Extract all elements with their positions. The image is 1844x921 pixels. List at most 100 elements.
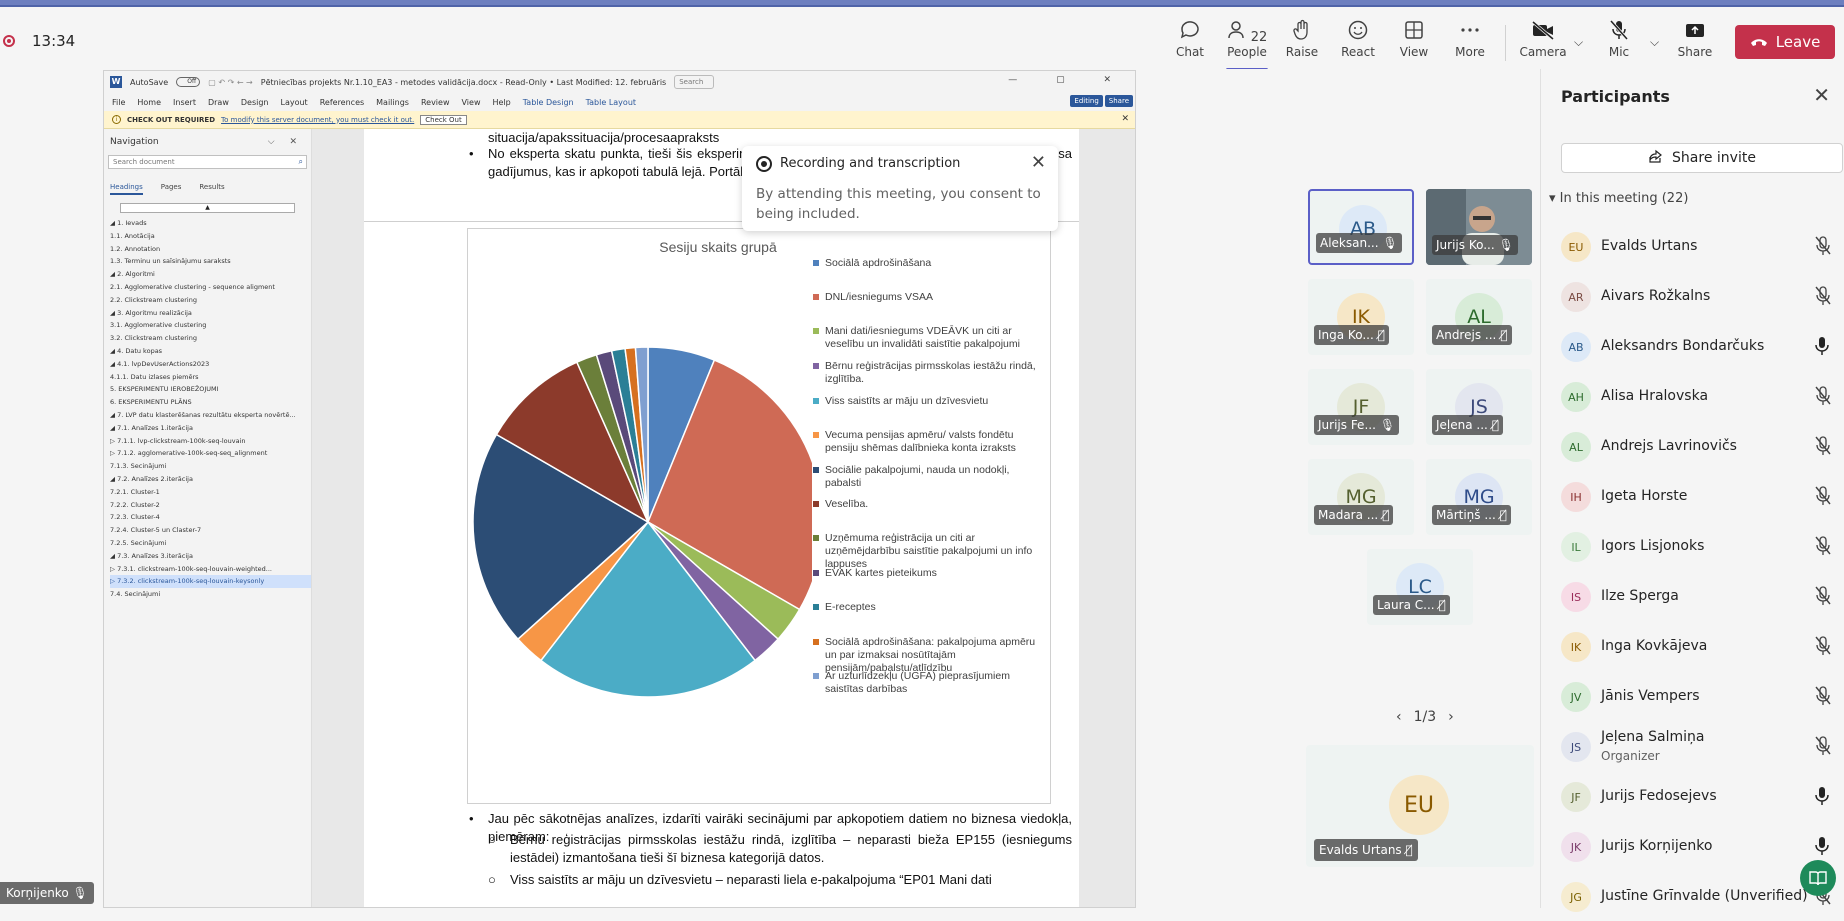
mic-off-icon[interactable] — [1815, 586, 1833, 608]
leave-button[interactable]: Leave — [1735, 25, 1835, 59]
mic-off-icon[interactable] — [1815, 236, 1833, 258]
participant-row[interactable]: AB Aleksandrs Bondarčuks — [1561, 323, 1844, 371]
close-icon[interactable]: ✕ — [1813, 83, 1830, 107]
ribbon-layout[interactable]: Layout — [281, 98, 308, 107]
close-icon[interactable]: ✕ — [1031, 152, 1046, 173]
nav-heading-item[interactable]: ▷ 7.3.1. clickstream-100k-seq-louvain-we… — [110, 563, 311, 576]
nav-heading-item[interactable]: 7.2.1. Cluster-1 — [110, 486, 311, 499]
nav-heading-item[interactable]: 6. EKSPERIMENTU PLĀNS — [110, 396, 311, 409]
nav-tab-pages[interactable]: Pages — [161, 183, 182, 195]
nav-scroll-up-icon[interactable]: ▲ — [120, 203, 295, 213]
participant-row[interactable]: JS Jeļena Salmiņa Organizer — [1561, 723, 1844, 771]
camera-button[interactable]: Camera — [1513, 19, 1573, 67]
nav-heading-item[interactable]: 7.4. Secinājumi — [110, 588, 311, 601]
word-search-box[interactable]: Search — [674, 75, 715, 89]
participant-row[interactable]: AH Alisa Hralovska — [1561, 373, 1844, 421]
ribbon-table-design[interactable]: Table Design — [523, 98, 574, 107]
nav-heading-item[interactable]: 7.2.5. Secinājumi — [110, 537, 311, 550]
video-tile[interactable]: MG Madara ... 🎙̸ — [1308, 459, 1414, 535]
ribbon-design[interactable]: Design — [241, 98, 269, 107]
mic-icon[interactable] — [1815, 336, 1833, 358]
video-tile[interactable]: JF Jurijs Fe... 🎙 — [1308, 369, 1414, 445]
window-controls-icon[interactable]: — ▢ ✕ — [1008, 75, 1129, 85]
mic-off-icon[interactable] — [1815, 486, 1833, 508]
react-button[interactable]: React — [1328, 19, 1388, 67]
nav-tab-results[interactable]: Results — [199, 183, 224, 195]
ribbon-draw[interactable]: Draw — [208, 98, 229, 107]
ribbon-table-layout[interactable]: Table Layout — [586, 98, 636, 107]
mic-options-chevron-icon[interactable]: ⌵ — [1650, 35, 1659, 50]
chat-button[interactable]: Chat — [1160, 19, 1220, 67]
spotlight-tile[interactable]: EU Evalds Urtans 🎙̸ — [1306, 745, 1534, 867]
help-icon[interactable] — [1800, 860, 1836, 896]
in-meeting-section[interactable]: ▾ In this meeting (22) — [1549, 191, 1688, 206]
nav-heading-item[interactable]: 7.2.4. Cluster-5 un Claster-7 — [110, 524, 311, 537]
people-button[interactable]: 22 People — [1217, 19, 1277, 67]
ribbon-view[interactable]: View — [462, 98, 481, 107]
participant-row[interactable]: IS Ilze Sperga — [1561, 573, 1844, 621]
mic-off-icon[interactable] — [1815, 636, 1833, 658]
nav-heading-item[interactable]: 3.2. Clickstream clustering — [110, 332, 311, 345]
video-tile[interactable]: AL Andrejs ... 🎙̸ — [1426, 279, 1532, 355]
ribbon-file[interactable]: File — [112, 98, 125, 107]
close-icon[interactable]: ✕ — [1121, 114, 1129, 124]
ribbon-help[interactable]: Help — [492, 98, 510, 107]
mic-icon[interactable] — [1815, 786, 1833, 808]
nav-heading-item[interactable]: ▷ 7.3.2. clickstream-100k-seq-louvain-ke… — [110, 575, 311, 589]
mic-button[interactable]: Mic — [1589, 19, 1649, 67]
nav-controls-icon[interactable]: ⌵ ✕ — [268, 137, 303, 147]
nav-heading-item[interactable]: 7.1.3. Secinājumi — [110, 460, 311, 473]
nav-heading-item[interactable]: 2.1. Agglomerative clustering - sequence… — [110, 281, 311, 294]
nav-heading-item[interactable]: 2.2. Clickstream clustering — [110, 294, 311, 307]
nav-heading-item[interactable]: 1.3. Terminu un saīsinājumu saraksts — [110, 255, 311, 268]
nav-heading-item[interactable]: 7.2.2. Cluster-2 — [110, 499, 311, 512]
participant-row[interactable]: IL Igors Lisjonoks — [1561, 523, 1844, 571]
ribbon-review[interactable]: Review — [421, 98, 450, 107]
mic-icon[interactable] — [1815, 836, 1833, 858]
ribbon-insert[interactable]: Insert — [173, 98, 196, 107]
nav-heading-item[interactable]: ◢ 7.1. Analīzes 1.iterācija — [110, 422, 311, 435]
mic-off-icon[interactable] — [1815, 436, 1833, 458]
mic-off-icon[interactable] — [1815, 536, 1833, 558]
camera-options-chevron-icon[interactable]: ⌵ — [1574, 35, 1583, 50]
nav-heading-item[interactable]: 3.1. Agglomerative clustering — [110, 319, 311, 332]
participant-row[interactable]: IH Igeta Horste — [1561, 473, 1844, 521]
nav-heading-item[interactable]: ▷ 7.1.1. lvp-clickstream-100k-seq-louvai… — [110, 435, 311, 448]
video-tile[interactable]: Jurijs Ko... 🎙 — [1426, 189, 1532, 265]
nav-heading-item[interactable]: ◢ 7.3. Analīzes 3.iterācija — [110, 550, 311, 563]
ribbon-references[interactable]: References — [320, 98, 364, 107]
participant-row[interactable]: JV Jānis Vempers — [1561, 673, 1844, 721]
participant-row[interactable]: AR Aivars Rožkalns — [1561, 273, 1844, 321]
video-tile[interactable]: MG Mārtiņš ... 🎙̸ — [1426, 459, 1532, 535]
nav-heading-item[interactable]: ◢ 7.2. Analīzes 2.iterācija — [110, 473, 311, 486]
mic-off-icon[interactable] — [1815, 736, 1833, 758]
nav-heading-item[interactable]: ◢ 7. LVP datu klasterēšanas rezultātu ek… — [110, 409, 311, 422]
nav-heading-item[interactable]: ◢ 3. Algoritmu realizācija — [110, 307, 311, 320]
video-tile[interactable]: AB Aleksan... 🎙 — [1308, 189, 1414, 265]
nav-heading-item[interactable]: 4.1.1. Datu izlases piemērs — [110, 371, 311, 384]
mic-off-icon[interactable] — [1815, 686, 1833, 708]
video-tile[interactable]: LC Laura C... 🎙̸ — [1367, 549, 1473, 625]
nav-tab-headings[interactable]: Headings — [110, 183, 143, 195]
video-tile[interactable]: JS Jeļena ... 🎙̸ — [1426, 369, 1532, 445]
nav-heading-item[interactable]: ▷ 7.1.2. agglomerative-100k-seq-seq_alig… — [110, 447, 311, 460]
participant-row[interactable]: IK Inga Kovkājeva — [1561, 623, 1844, 671]
word-share-button[interactable]: Share — [1104, 95, 1133, 107]
video-tile[interactable]: IK Inga Ko... 🎙̸ — [1308, 279, 1414, 355]
mic-off-icon[interactable] — [1815, 386, 1833, 408]
participant-row[interactable]: EU Evalds Urtans — [1561, 223, 1844, 271]
nav-search-input[interactable]: Search document ⌕ — [108, 155, 307, 169]
check-out-button[interactable]: Check Out — [420, 114, 467, 125]
chevron-right-icon[interactable]: › — [1448, 709, 1454, 725]
nav-heading-item[interactable]: 7.2.3. Cluster-4 — [110, 511, 311, 524]
nav-heading-item[interactable]: 1.1. Anotācija — [110, 230, 311, 243]
participant-row[interactable]: JF Jurijs Fedosejevs — [1561, 773, 1844, 821]
view-button[interactable]: View — [1384, 19, 1444, 67]
share-invite-button[interactable]: Share invite — [1561, 143, 1843, 173]
ribbon-home[interactable]: Home — [137, 98, 161, 107]
chevron-left-icon[interactable]: ‹ — [1396, 709, 1402, 725]
participant-row[interactable]: AL Andrejs Lavrinovičs — [1561, 423, 1844, 471]
editing-button[interactable]: Editing — [1070, 95, 1103, 107]
ribbon-mailings[interactable]: Mailings — [376, 98, 409, 107]
participant-row[interactable]: JK Jurijs Korņijenko — [1561, 823, 1844, 871]
